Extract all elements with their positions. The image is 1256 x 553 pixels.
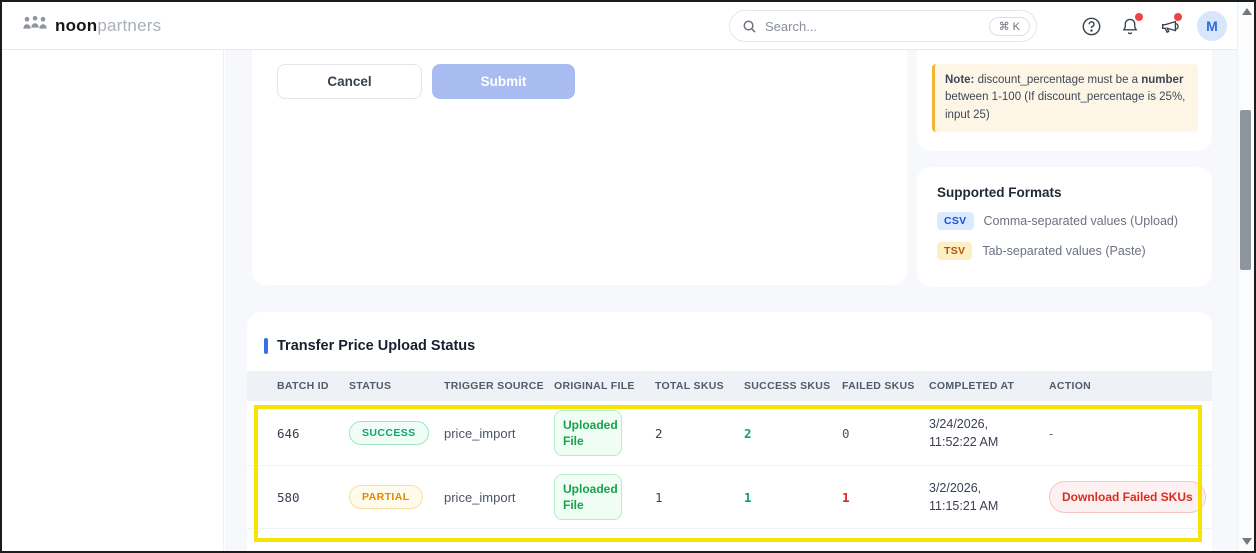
notification-badge-dot — [1135, 13, 1143, 21]
format-row-csv: CSV Comma-separated values (Upload) — [937, 212, 1192, 230]
uploaded-file-button[interactable]: Uploaded File — [554, 474, 622, 520]
scroll-up-arrow-icon[interactable] — [1242, 8, 1252, 15]
supported-formats-card: Supported Formats CSV Comma-separated va… — [917, 167, 1212, 287]
announcements-button[interactable] — [1158, 15, 1180, 37]
logo-text-light: partners — [97, 16, 161, 35]
note-bold-number: number — [1141, 74, 1183, 86]
success-skus-value: 1 — [744, 490, 842, 505]
notifications-button[interactable] — [1119, 15, 1141, 37]
action-none: - — [1049, 426, 1192, 441]
note-card: Note: discount_percentage must be a numb… — [917, 50, 1212, 151]
uploaded-file-button[interactable]: Uploaded File — [554, 410, 622, 456]
note-text-1: discount_percentage must be a — [974, 74, 1141, 86]
success-skus-value: 2 — [744, 426, 842, 441]
table-title-row: Transfer Price Upload Status — [247, 312, 1212, 354]
completed-at-value: 3/2/2026, 11:15:21 AM — [929, 479, 1049, 515]
logo-text-bold: noon — [55, 16, 97, 35]
search-shortcut-badge: ⌘ K — [989, 17, 1030, 36]
col-failed-skus: FAILED SKUS — [842, 380, 929, 392]
left-sidebar — [2, 50, 224, 551]
trigger-source-value: price_import — [444, 426, 554, 441]
note-text-2: between 1-100 (If discount_percentage is… — [945, 91, 1185, 120]
title-accent-bar — [264, 338, 268, 354]
col-completed-at: COMPLETED AT — [929, 380, 1049, 392]
batch-id-value: 646 — [277, 426, 349, 441]
help-button[interactable] — [1080, 15, 1102, 37]
trigger-source-value: price_import — [444, 490, 554, 505]
cancel-button[interactable]: Cancel — [277, 64, 422, 99]
total-skus-value: 2 — [655, 426, 744, 441]
col-total-skus: TOTAL SKUS — [655, 380, 744, 392]
csv-badge: CSV — [937, 212, 974, 230]
format-row-tsv: TSV Tab-separated values (Paste) — [937, 242, 1192, 260]
scroll-down-arrow-icon[interactable] — [1242, 538, 1252, 545]
announcement-badge-dot — [1174, 13, 1182, 21]
col-batch-id: BATCH ID — [277, 380, 349, 392]
table-row: 646 SUCCESS price_import Uploaded File 2… — [247, 401, 1212, 465]
failed-skus-value: 1 — [842, 490, 929, 505]
note-bold-prefix: Note: — [945, 74, 974, 86]
col-success-skus: SUCCESS SKUS — [744, 380, 842, 392]
search-input[interactable] — [765, 19, 989, 34]
table-row: 580 PARTIAL price_import Uploaded File 1… — [247, 465, 1212, 529]
supported-formats-title: Supported Formats — [937, 185, 1192, 200]
user-avatar[interactable]: M — [1197, 11, 1227, 41]
table-title: Transfer Price Upload Status — [277, 338, 475, 354]
search-icon — [742, 19, 757, 34]
avatar-initial: M — [1206, 18, 1218, 34]
tsv-badge: TSV — [937, 242, 972, 260]
col-original-file: ORIGINAL FILE — [554, 380, 655, 392]
col-trigger-source: TRIGGER SOURCE — [444, 380, 554, 392]
scrollbar-thumb[interactable] — [1240, 110, 1251, 270]
total-skus-value: 1 — [655, 490, 744, 505]
col-status: STATUS — [349, 380, 444, 392]
status-badge: SUCCESS — [349, 421, 429, 445]
people-group-icon — [22, 14, 48, 37]
failed-skus-value: 0 — [842, 426, 929, 441]
upload-form-card: Cancel Submit — [252, 50, 907, 285]
global-search[interactable]: ⌘ K — [729, 10, 1037, 42]
vertical-scrollbar[interactable] — [1237, 2, 1254, 551]
app-window: noonpartners ⌘ K — [0, 0, 1256, 553]
upload-status-card: Transfer Price Upload Status BATCH ID ST… — [247, 312, 1212, 553]
brand-logo[interactable]: noonpartners — [22, 14, 161, 37]
top-header: noonpartners ⌘ K — [2, 2, 1237, 50]
table-header-row: BATCH ID STATUS TRIGGER SOURCE ORIGINAL … — [247, 371, 1212, 401]
batch-id-value: 580 — [277, 490, 349, 505]
tsv-label: Tab-separated values (Paste) — [982, 244, 1145, 258]
submit-button[interactable]: Submit — [432, 64, 575, 99]
status-badge: PARTIAL — [349, 485, 423, 509]
completed-at-value: 3/24/2026, 11:52:22 AM — [929, 415, 1049, 451]
col-action: ACTION — [1049, 380, 1192, 392]
download-failed-skus-button[interactable]: Download Failed SKUs — [1049, 481, 1206, 513]
csv-label: Comma-separated values (Upload) — [984, 214, 1179, 228]
discount-note: Note: discount_percentage must be a numb… — [932, 64, 1198, 132]
